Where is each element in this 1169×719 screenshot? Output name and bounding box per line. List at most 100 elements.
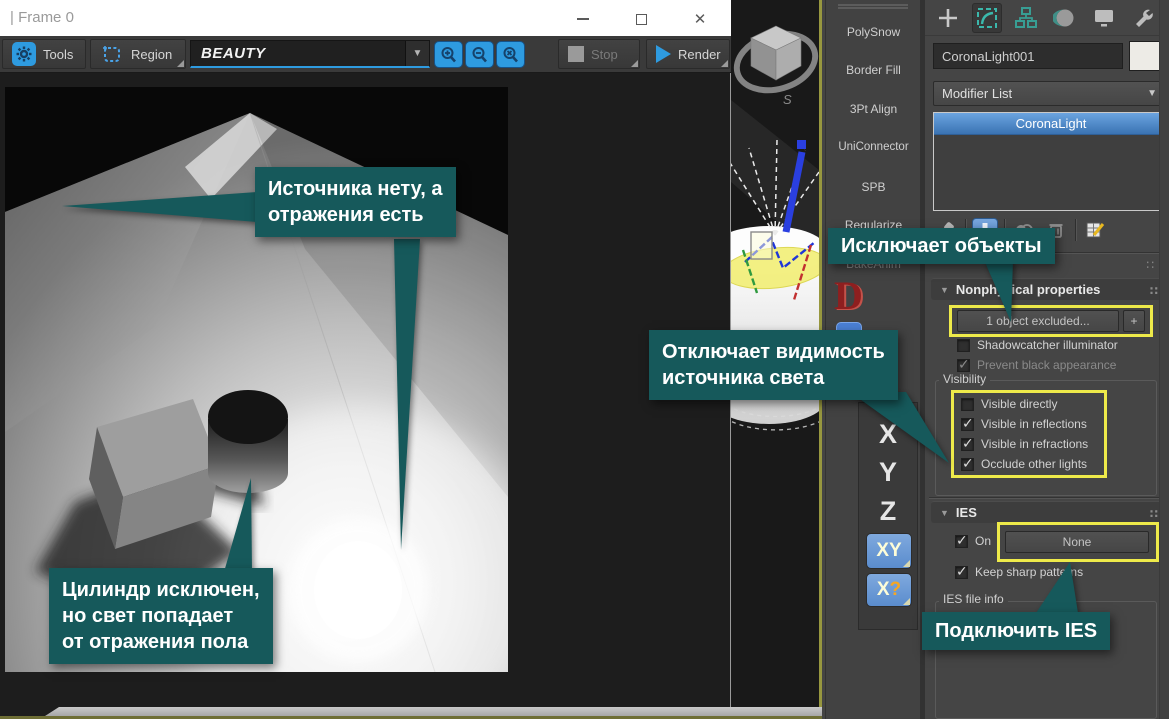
- configure-modifier-sets-icon[interactable]: [1082, 218, 1108, 242]
- callout-exclude: Исключает объекты: [828, 228, 1055, 264]
- modifier-list-label: Modifier List: [942, 86, 1012, 101]
- callout-ies: Подключить IES: [922, 612, 1110, 650]
- create-tab-icon[interactable]: [933, 3, 963, 33]
- modifier-stack: CoronaLight: [933, 112, 1169, 211]
- window-title: | Frame 0: [10, 9, 74, 26]
- render-channel-value: BEAUTY: [191, 45, 266, 62]
- callout-line: но свет попадает: [62, 603, 260, 629]
- checkbox[interactable]: [955, 566, 968, 579]
- toolbar-grip-icon[interactable]: [838, 4, 908, 6]
- callout-line: отражения есть: [268, 202, 443, 228]
- callout-no-source: Источника нету, а отражения есть: [255, 167, 456, 237]
- checkbox-row[interactable]: Keep sharp patterns: [955, 564, 1083, 580]
- vfb-titlebar: | Frame 0 ✕: [0, 0, 731, 36]
- zoom-reset-icon: [502, 46, 520, 64]
- axis-constraints-toolbar: X Y Z XY X?: [858, 402, 918, 630]
- debrismaker-icon[interactable]: D: [834, 272, 863, 319]
- tools-button[interactable]: Tools: [2, 39, 86, 69]
- rollout-open-icon: ▼: [940, 285, 949, 295]
- script-button-spb[interactable]: SPB: [826, 180, 921, 194]
- maximize-button[interactable]: [621, 8, 661, 30]
- rollout-ies-title: IES: [956, 505, 977, 520]
- region-button[interactable]: Region: [90, 39, 186, 69]
- region-marquee-icon: [100, 42, 124, 66]
- stop-label: Stop: [591, 47, 618, 62]
- checkbox[interactable]: [957, 339, 970, 352]
- axis-y-button[interactable]: Y: [859, 457, 917, 488]
- chevron-down-icon[interactable]: ▼: [405, 41, 429, 66]
- callout-line: Отключает видимость: [662, 339, 885, 365]
- flyout-corner-icon: [631, 60, 638, 67]
- zoom-in-button[interactable]: [434, 41, 463, 68]
- callout-line: Источника нету, а: [268, 176, 443, 202]
- render-channel-dropdown[interactable]: BEAUTY ▼: [190, 40, 430, 68]
- rollout-grip-icon: ∷: [1146, 258, 1155, 272]
- utilities-tab-icon[interactable]: [1128, 3, 1158, 33]
- object-color-swatch[interactable]: [1129, 41, 1161, 71]
- hierarchy-tab-icon[interactable]: [1011, 3, 1041, 33]
- checkbox-label: Prevent black appearance: [977, 358, 1116, 372]
- vfb-toolbar: Tools Region BEAUTY ▼: [0, 36, 731, 73]
- callout-line: от отражения пола: [62, 629, 260, 655]
- zoom-reset-button[interactable]: [496, 41, 525, 68]
- script-button-borderfill[interactable]: Border Fill: [826, 63, 921, 77]
- stop-icon: [568, 46, 584, 62]
- panel-edge: [1159, 0, 1169, 719]
- script-button-uniconnector[interactable]: UniConnector: [826, 141, 921, 153]
- close-button[interactable]: ✕: [680, 8, 720, 30]
- callout-line: источника света: [662, 365, 885, 391]
- modify-tab-icon[interactable]: [972, 3, 1002, 33]
- checkbox-label: On: [975, 534, 991, 548]
- callout-line: Цилиндр исключен,: [62, 577, 260, 603]
- maximize-icon: [636, 14, 647, 25]
- axis-xy-button[interactable]: XY: [866, 533, 912, 569]
- rollout-ies-header[interactable]: ▼ IES ∷: [931, 501, 1167, 523]
- callout-cylinder: Цилиндр исключен, но свет попадает от от…: [49, 568, 273, 664]
- checkbox-label: Shadowcatcher illuminator: [977, 338, 1118, 352]
- axis-xy-label: XY: [876, 540, 901, 562]
- rollout-grip-icon: ∷: [1150, 507, 1159, 521]
- zoom-in-icon: [440, 46, 458, 64]
- flyout-corner-icon: [721, 60, 728, 67]
- checkbox-row[interactable]: Shadowcatcher illuminator: [957, 337, 1118, 353]
- separator: [1075, 219, 1076, 241]
- minimize-icon: [577, 18, 589, 20]
- command-panel-tabs: [925, 0, 1169, 36]
- ies-file-info-label: IES file info: [939, 592, 1008, 606]
- callout-line: Исключает объекты: [841, 233, 1042, 259]
- object-name-field[interactable]: [933, 43, 1123, 69]
- callout-line: Подключить IES: [935, 618, 1097, 644]
- render-label: Render: [678, 47, 721, 62]
- axis-x-button[interactable]: X: [859, 419, 917, 450]
- checkbox[interactable]: [957, 359, 970, 372]
- minimize-button[interactable]: [563, 8, 603, 30]
- axis-z-button[interactable]: Z: [859, 496, 917, 527]
- checkbox-row[interactable]: Prevent black appearance: [957, 357, 1116, 373]
- render-button[interactable]: Render: [646, 39, 730, 69]
- zoom-out-icon: [471, 46, 489, 64]
- flyout-corner-icon: [903, 560, 910, 567]
- axis-snap-label: X: [877, 579, 890, 601]
- question-icon: ?: [890, 579, 902, 601]
- visibility-group-label: Visibility: [939, 372, 990, 386]
- callout-visibility: Отключает видимость источника света: [649, 330, 898, 400]
- motion-tab-icon[interactable]: [1050, 3, 1080, 33]
- script-button-3ptalign[interactable]: 3Pt Align: [826, 102, 921, 116]
- zoom-out-button[interactable]: [465, 41, 494, 68]
- script-button-polysnow[interactable]: PolySnow: [826, 25, 921, 39]
- divider: [929, 497, 1169, 499]
- render-play-icon: [656, 45, 671, 63]
- checkbox[interactable]: [955, 535, 968, 548]
- rollout-nonphysical-header[interactable]: ▼ Nonphysical properties ∷: [931, 278, 1167, 300]
- display-tab-icon[interactable]: [1089, 3, 1119, 33]
- region-label: Region: [131, 47, 172, 62]
- modifier-list-dropdown[interactable]: Modifier List ▼: [933, 81, 1165, 106]
- bottom-scrollbar[interactable]: [45, 707, 822, 716]
- axis-snap-button[interactable]: X?: [866, 573, 912, 607]
- highlight-exclude: [949, 305, 1153, 337]
- highlight-visibility: [951, 390, 1107, 478]
- flyout-corner-icon: [177, 60, 184, 67]
- checkbox-row[interactable]: On: [955, 533, 991, 549]
- stop-button[interactable]: Stop: [558, 39, 640, 69]
- stack-item-coronalight[interactable]: CoronaLight: [934, 113, 1168, 135]
